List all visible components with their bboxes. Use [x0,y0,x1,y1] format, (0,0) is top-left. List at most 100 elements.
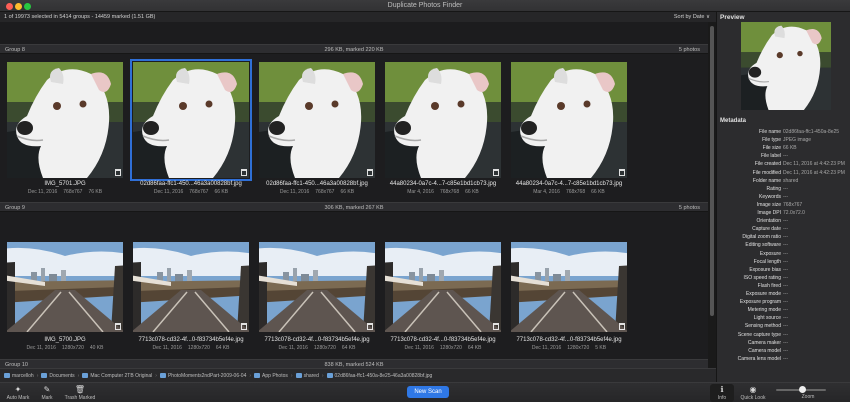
scrollbar-thumb[interactable] [710,26,714,316]
photo-thumbnail[interactable] [259,62,375,178]
metadata-key: ISO speed rating [743,274,781,281]
photo-dims: 1280x720 [187,345,210,351]
bottom-toolbar: ✦ Auto Mark ✎ Mark 🗑 Trash Marked New Sc… [0,382,850,402]
photo-thumbnail[interactable] [385,62,501,178]
photo-meta: Dec 11, 2016 768x767 66 KB [121,189,261,195]
photo-card[interactable]: 7713c078-cd32-4f...0-f83734b5ef4e.jpg Dec… [373,212,513,360]
photo-file-name: 02d86faa-ffc1-450...46a3a00828bf.jpg [266,181,368,187]
photo-image [385,62,501,178]
photo-size: 66 KB [591,189,605,195]
metadata-key: Orientation [756,218,781,225]
photo-card[interactable]: IMG_5701.JPG Dec 11, 2016 768x767 76 KB [0,54,135,202]
photo-card[interactable]: 7713c078-cd32-4f...0-f83734b5ef4e.jpg Dec… [247,212,387,360]
folder-icon [4,373,10,378]
sort-by-dropdown[interactable]: Sort by Date ∨ [674,14,710,20]
metadata-value: --- [783,282,788,289]
photo-dims: 768x767 [315,189,335,195]
trash-marked-button[interactable]: 🗑 Trash Marked [62,385,98,401]
photo-date: Dec 11, 2016 [27,189,58,195]
mark-button[interactable]: ✎ Mark [38,385,56,401]
path-segment[interactable]: App Photos [254,373,288,379]
metadata-key: File created [754,161,781,168]
photo-size: 64 KB [215,345,230,351]
photo-file-name: 7713c078-cd32-4f...0-f83734b5ef4e.jpg [264,337,370,343]
photo-card[interactable]: 44a80234-0a7c-4...7-c85e1bd1cb73.jpg Mar … [499,54,639,202]
photo-thumbnail[interactable] [511,242,627,332]
group-header: Group 9 306 KB, marked 267 KB 5 photos [0,202,708,212]
group-size: 306 KB, marked 267 KB [324,205,384,211]
metadata-key: File modified [752,169,781,176]
metadata-key: Camera lens model [737,355,781,362]
photo-card[interactable]: 7713c078-cd32-4f...0-f83734b5ef4e.jpg Dec… [121,212,261,360]
photo-card[interactable]: 44a80234-0a7c-4...7-c85e1bd1cb73.jpg Mar … [373,54,513,202]
photo-file-name: 44a80234-0a7c-4...7-c85e1bd1cb73.jpg [389,181,497,187]
metadata-key: Camera maker [747,339,781,346]
photo-size: 66 KB [340,189,355,195]
photo-date: Dec 11, 2016 [404,345,434,351]
photo-date: Dec 11, 2016 [26,345,56,351]
photo-dims: 768x768 [439,189,460,195]
auto-mark-button[interactable]: ✦ Auto Mark [6,385,30,401]
trash-icon[interactable] [619,323,625,330]
path-segment[interactable]: marcelloh [4,373,34,379]
photo-card[interactable]: 02d86faa-ffc1-450...46a3a00828bf.jpg Dec … [121,54,261,202]
photo-dims: 1280x720 [439,345,462,351]
photo-thumbnail[interactable] [259,242,375,332]
magic-wand-icon: ✦ [14,385,22,394]
photo-group-row: IMG_5701.JPG Dec 11, 2016 768x767 76 KB 02d8… [0,54,708,202]
selection-info: 1 of 19973 selected in 5414 groups - 144… [4,14,156,20]
metadata-key: Exposure mode [745,291,781,297]
quick-look-button[interactable]: ◉ Quick Look [738,385,768,401]
group-header: Group 8 296 KB, marked 220 KB 5 photos [0,44,708,54]
photo-thumbnail[interactable] [7,242,123,332]
metadata-key: Sensing method [744,323,781,330]
photo-file-name: 7713c078-cd32-4f...0-f83734b5ef4e.jpg [516,337,622,343]
path-segment[interactable]: Mac Computer 2TB Original [82,373,152,379]
photo-thumbnail[interactable] [385,242,501,332]
photo-thumbnail[interactable] [130,59,252,181]
trash-icon[interactable] [619,169,625,176]
path-segment-label: shared [303,373,319,379]
metadata-value: --- [783,291,788,297]
trash-icon: 🗑 [74,385,86,394]
metadata-key: Folder name [752,177,781,184]
path-separator-icon: › [77,373,80,379]
photo-thumbnail[interactable] [7,62,123,178]
new-scan-button[interactable]: New Scan [407,386,449,398]
metadata-key: File name [759,129,781,135]
metadata-key: File type [762,137,781,144]
photo-meta: Dec 11, 2016 1280x720 64 KB [373,345,513,351]
photo-image [7,242,123,332]
photo-file-name: 7713c078-cd32-4f...0-f83734b5ef4e.jpg [390,337,496,343]
photo-file-name: IMG_5700.JPG [44,337,86,343]
quick-look-label: Quick Look [740,395,766,401]
metadata-value: 66 KB [783,145,797,152]
metadata-value: --- [783,266,788,273]
photo-image [385,242,501,332]
group-photo-count: 5 photos [678,47,700,53]
photo-card[interactable]: IMG_5700.JPG Dec 11, 2016 1280x720 40 KB [0,212,135,360]
metadata-value: --- [783,153,788,160]
metadata-key: Exposure [759,250,781,257]
metadata-key: Exposure bias [749,266,781,273]
zoom-slider-knob[interactable] [799,386,806,393]
path-segment[interactable]: 02d86faa-ffc1-450a-8e25-46a3a00828bf.jpg [326,373,432,379]
metadata-value: --- [783,355,788,362]
metadata-value: --- [783,274,788,281]
photo-thumbnail[interactable] [133,242,249,332]
trash-marked-label: Trash Marked [64,395,96,401]
photo-card[interactable]: 7713c078-cd32-4f...0-f83734b5ef4e.jpg Dec… [499,212,639,360]
path-segment[interactable]: Documents [41,373,75,379]
path-segment[interactable]: PhotoMoments2ndPart-2009-06-04 [159,373,246,379]
photo-thumbnail[interactable] [511,62,627,178]
metadata-value: --- [783,331,788,338]
path-segment[interactable]: shared [295,373,319,379]
metadata-key: File label [760,153,781,160]
folder-icon [159,373,166,378]
path-bar: marcelloh › Documents › Mac Computer 2TB Ori… [0,368,716,382]
photo-card[interactable]: 02d86faa-ffc1-450...46a3a00828bf.jpg Dec … [247,54,387,202]
zoom-label: Zoom [801,394,815,400]
metadata-key: Camera model [748,347,781,354]
metadata-value: --- [783,218,788,225]
info-button[interactable]: ℹ Info [712,385,732,401]
